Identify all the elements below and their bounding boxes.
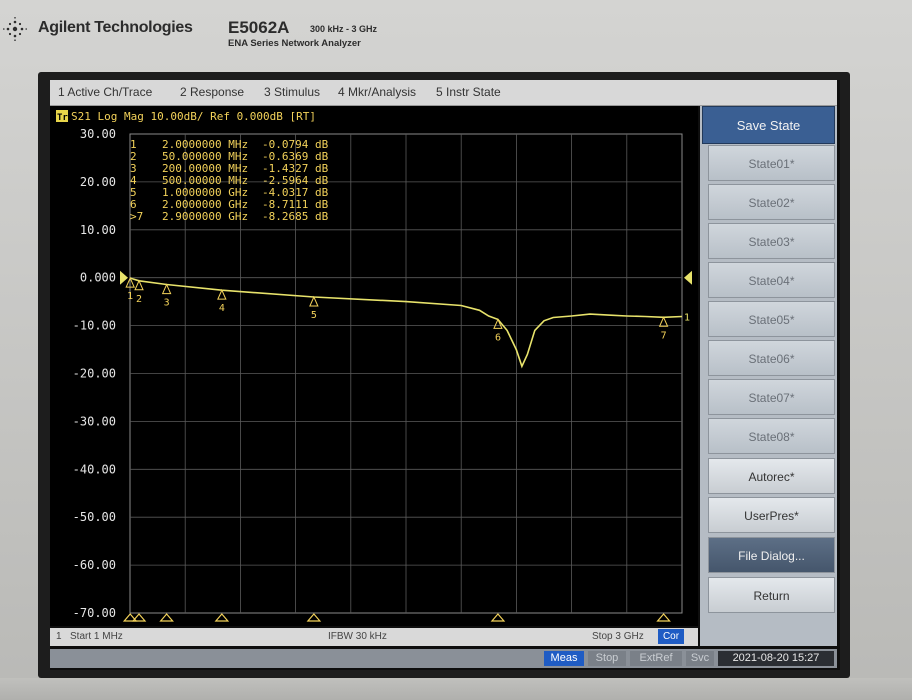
y-tick-label: 10.00 xyxy=(80,223,116,237)
marker-triangle-5 xyxy=(309,295,319,307)
reference-arrow-left xyxy=(120,270,128,285)
y-tick-label: -60.00 xyxy=(73,558,116,572)
marker-label-4: 4 xyxy=(219,303,225,314)
y-tick-label: -40.00 xyxy=(73,462,116,476)
model-number: E5062A xyxy=(228,18,290,37)
marker-label-3: 3 xyxy=(164,298,170,309)
trace-badge: Tr1 xyxy=(57,113,73,123)
softkey-autorec[interactable]: Autorec* xyxy=(708,458,835,494)
status-meas: Meas xyxy=(544,651,584,666)
y-tick-label: -10.00 xyxy=(73,319,116,333)
status-bar: Meas Stop ExtRef Svc 2021-08-20 15:27 xyxy=(50,649,837,668)
stimulus-marker-6 xyxy=(490,613,506,622)
start-frequency: Start 1 MHz xyxy=(70,631,123,642)
status-svc: Svc xyxy=(686,651,714,666)
marker-label-2: 2 xyxy=(136,294,142,305)
softkey-state06[interactable]: State06* xyxy=(708,340,835,376)
reference-arrow-right xyxy=(684,270,692,285)
marker-triangle-2 xyxy=(134,279,144,291)
menu-response[interactable]: 2 Response xyxy=(180,85,244,99)
s21-chart: 30.00 20.00 10.00 0.000 -10.00 -20.00 -30.00 -4… xyxy=(56,110,692,622)
status-extref: ExtRef xyxy=(630,651,682,666)
softkey-state04[interactable]: State04* xyxy=(708,262,835,298)
y-tick-label: 30.00 xyxy=(80,127,116,141)
softkey-state02[interactable]: State02* xyxy=(708,184,835,220)
frequency-range: 300 kHz - 3 GHz xyxy=(310,24,378,34)
softkey-state08[interactable]: State08* xyxy=(708,418,835,454)
marker-label-5: 5 xyxy=(311,310,317,321)
marker-label-1: 1 xyxy=(127,291,133,302)
brand-header: Agilent Technologies E5062A 300 kHz - 3 … xyxy=(0,14,912,54)
softkey-state07[interactable]: State07* xyxy=(708,379,835,415)
softkey-state05[interactable]: State05* xyxy=(708,301,835,337)
marker-triangle-7 xyxy=(658,316,669,327)
marker-table-freq: 2.9000000 GHz xyxy=(162,210,248,223)
menu-active-ch-trace[interactable]: 1 Active Ch/Trace xyxy=(58,85,152,99)
y-tick-label: -20.00 xyxy=(73,367,116,381)
marker-label-7: 7 xyxy=(661,330,667,341)
menu-stimulus[interactable]: 3 Stimulus xyxy=(264,85,320,99)
softkey-panel: Save State State01* State02* State03* St… xyxy=(700,106,837,646)
y-tick-label: -70.00 xyxy=(73,606,116,620)
y-tick-label: 20.00 xyxy=(80,175,116,189)
menu-mkr-analysis[interactable]: 4 Mkr/Analysis xyxy=(338,85,416,99)
softkey-file-dialog[interactable]: File Dialog... xyxy=(708,537,835,573)
channel-number: 1 xyxy=(56,631,62,642)
menu-instr-state[interactable]: 5 Instr State xyxy=(436,85,501,99)
stimulus-bar: 1 Start 1 MHz IFBW 30 kHz Stop 3 GHz Cor xyxy=(50,628,698,646)
series-name: ENA Series Network Analyzer xyxy=(228,38,361,49)
stimulus-marker-7 xyxy=(656,613,671,622)
softkey-return[interactable]: Return xyxy=(708,577,835,613)
softkey-state01[interactable]: State01* xyxy=(708,145,835,181)
trace-end-label: 1 xyxy=(684,312,690,323)
y-tick-label: 0.000 xyxy=(80,271,116,285)
stop-frequency: Stop 3 GHz xyxy=(592,631,644,642)
y-tick-label: -50.00 xyxy=(73,510,116,524)
status-datetime: 2021-08-20 15:27 xyxy=(718,651,834,666)
y-tick-label: -30.00 xyxy=(73,414,116,428)
marker-triangle-3 xyxy=(161,283,172,295)
ifbw-value: IFBW 30 kHz xyxy=(328,631,387,642)
softkey-userpres[interactable]: UserPres* xyxy=(708,497,835,533)
agilent-spark-logo xyxy=(3,17,28,41)
trace-header: S21 Log Mag 10.00dB/ Ref 0.000dB [RT] xyxy=(71,110,316,123)
status-stop: Stop xyxy=(588,651,626,666)
marker-label-6: 6 xyxy=(495,332,501,343)
marker-table-id: >7 xyxy=(130,210,143,223)
stimulus-marker-5 xyxy=(306,613,322,622)
marker-table-value: -8.2685 dB xyxy=(262,210,329,223)
bezel-ledge xyxy=(0,678,912,700)
correction-badge: Cor xyxy=(658,629,684,644)
marker-triangle-4 xyxy=(217,288,227,300)
stimulus-marker-4 xyxy=(214,613,230,622)
softkey-title-save-state[interactable]: Save State xyxy=(702,106,835,144)
softkey-state03[interactable]: State03* xyxy=(708,223,835,259)
brand-name: Agilent Technologies xyxy=(38,19,193,36)
stimulus-marker-3 xyxy=(159,613,174,622)
menu-bar: 1 Active Ch/Trace 2 Response 3 Stimulus … xyxy=(50,80,837,106)
